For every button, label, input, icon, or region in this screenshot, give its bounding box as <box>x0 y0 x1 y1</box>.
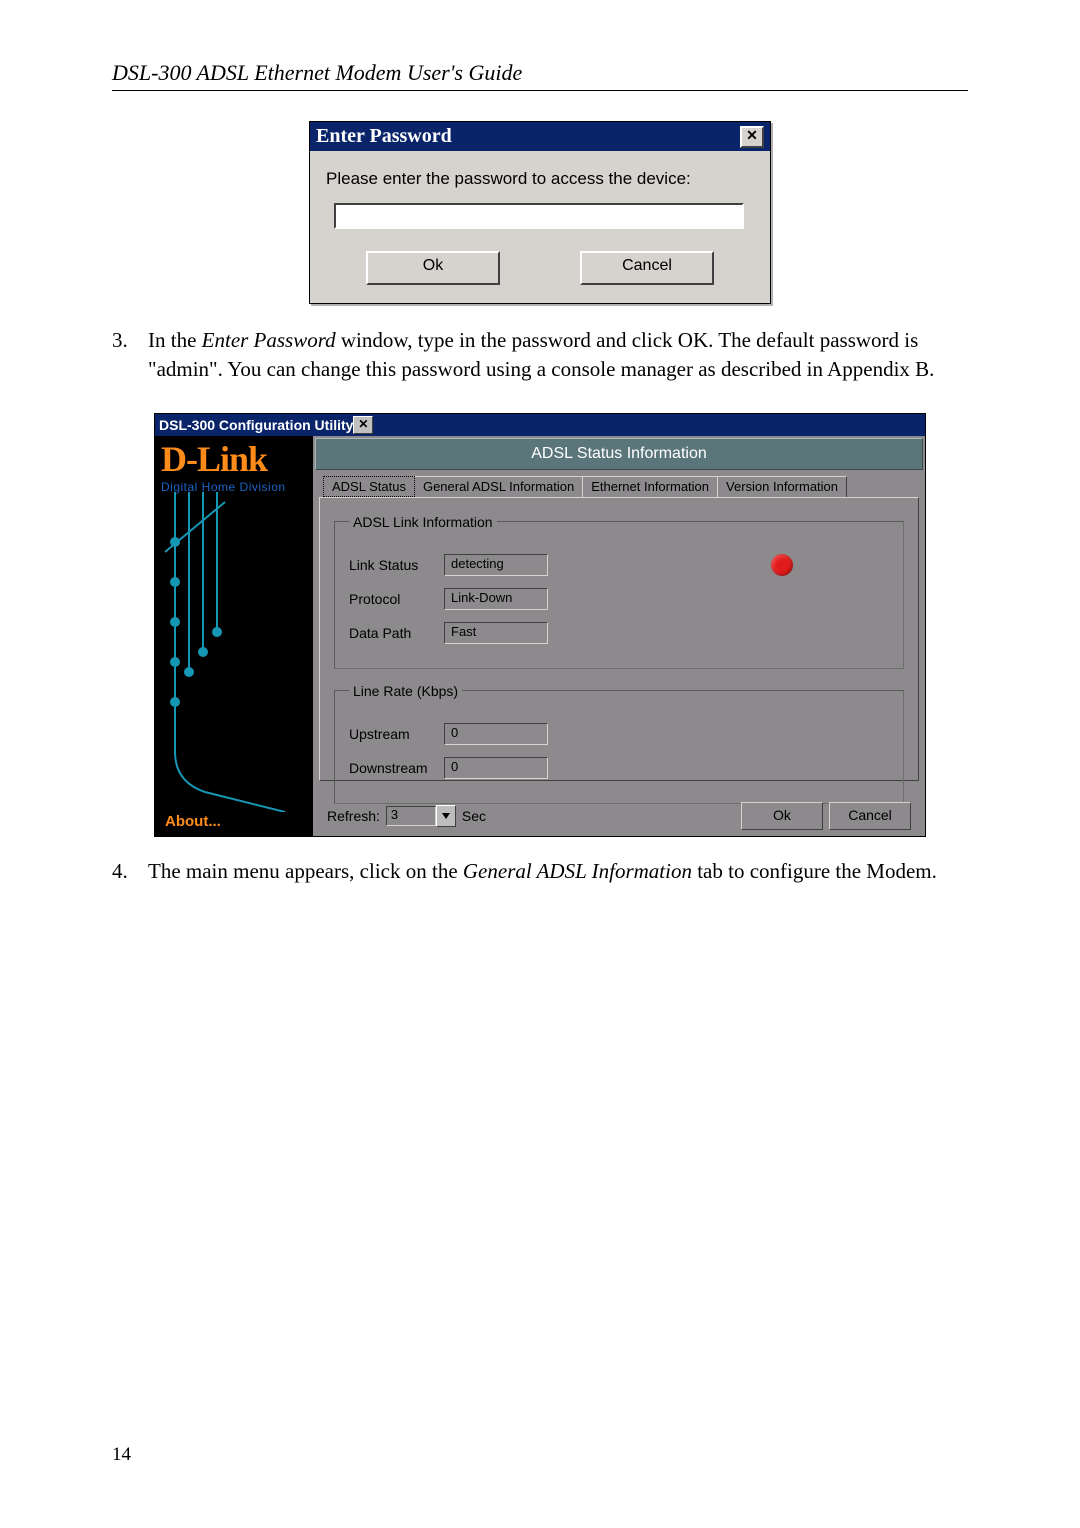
protocol-label: Protocol <box>349 591 444 607</box>
bottom-bar: Refresh: 3 Sec Ok Cancel <box>319 802 919 830</box>
refresh-label: Refresh: <box>327 808 380 824</box>
list-number: 3. <box>112 326 148 385</box>
password-input[interactable] <box>334 203 744 229</box>
refresh-select[interactable]: 3 <box>386 805 456 827</box>
enter-password-dialog: Enter Password ✕ Please enter the passwo… <box>309 121 771 304</box>
util-titlebar: DSL-300 Configuration Utility ✕ <box>155 414 925 436</box>
step-4-text: 4. The main menu appears, click on the G… <box>112 857 968 886</box>
config-utility-window: DSL-300 Configuration Utility ✕ D-Link D… <box>154 413 926 837</box>
tab-general-adsl-info[interactable]: General ADSL Information <box>414 476 583 497</box>
ok-button[interactable]: Ok <box>366 251 500 285</box>
password-prompt: Please enter the password to access the … <box>326 169 754 189</box>
text-fragment: tab to configure the Modem. <box>692 859 937 883</box>
tab-version-info[interactable]: Version Information <box>717 476 847 497</box>
sidebar: D-Link Digital Home Division <box>155 436 313 836</box>
group-legend: Line Rate (Kbps) <box>349 683 462 699</box>
group-legend: ADSL Link Information <box>349 514 497 530</box>
data-path-value: Fast <box>444 622 548 644</box>
dialog-titlebar: Enter Password ✕ <box>310 122 770 151</box>
close-icon[interactable]: ✕ <box>353 416 373 434</box>
chevron-down-icon[interactable] <box>436 805 456 827</box>
protocol-value: Link-Down <box>444 588 548 610</box>
dialog-title: Enter Password <box>316 125 452 148</box>
status-indicator-icon <box>771 554 793 576</box>
page-number: 14 <box>112 1444 131 1466</box>
list-number: 4. <box>112 857 148 886</box>
ok-button[interactable]: Ok <box>741 802 823 830</box>
brand-logo: D-Link <box>155 436 313 480</box>
text-fragment: The main menu appears, click on the <box>148 859 463 883</box>
upstream-value: 0 <box>444 723 548 745</box>
refresh-unit: Sec <box>462 808 486 824</box>
cancel-button[interactable]: Cancel <box>580 251 714 285</box>
step-3-text: 3. In the Enter Password window, type in… <box>112 326 968 385</box>
main-panel: ADSL Status Information ADSL Status Gene… <box>313 436 925 836</box>
refresh-value[interactable]: 3 <box>386 806 436 826</box>
tab-adsl-status[interactable]: ADSL Status <box>323 476 415 497</box>
data-path-label: Data Path <box>349 625 444 641</box>
util-title: DSL-300 Configuration Utility <box>159 417 353 433</box>
text-fragment: In the <box>148 328 202 352</box>
text-emph: Enter Password <box>202 328 336 352</box>
downstream-label: Downstream <box>349 760 444 776</box>
tab-pane: ADSL Link Information Link Status detect… <box>319 497 919 781</box>
link-status-label: Link Status <box>349 557 444 573</box>
close-icon[interactable]: ✕ <box>740 126 764 148</box>
text-emph: General ADSL Information <box>463 859 692 883</box>
line-rate-group: Line Rate (Kbps) Upstream 0 Downstream 0 <box>334 683 904 804</box>
cancel-button[interactable]: Cancel <box>829 802 911 830</box>
tabs: ADSL Status General ADSL Information Eth… <box>313 472 925 497</box>
adsl-link-info-group: ADSL Link Information Link Status detect… <box>334 514 904 669</box>
upstream-label: Upstream <box>349 726 444 742</box>
document-header: DSL-300 ADSL Ethernet Modem User's Guide <box>112 60 968 91</box>
tab-ethernet-info[interactable]: Ethernet Information <box>582 476 718 497</box>
link-status-value: detecting <box>444 554 548 576</box>
circuit-art-icon <box>155 492 313 812</box>
downstream-value: 0 <box>444 757 548 779</box>
about-link[interactable]: About... <box>165 813 221 830</box>
panel-title: ADSL Status Information <box>315 438 923 470</box>
